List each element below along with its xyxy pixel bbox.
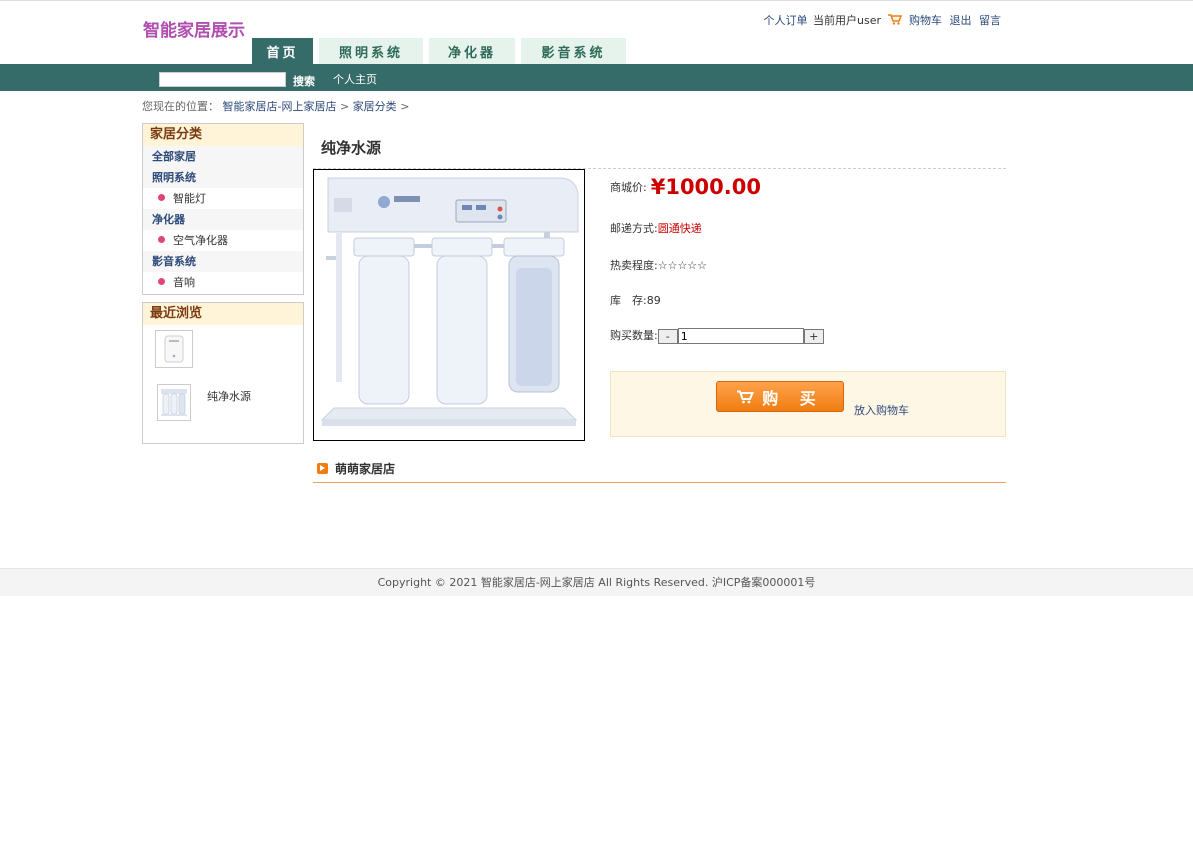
footer: Copyright © 2021 智能家居店-网上家居店 All Rights …	[0, 568, 1193, 596]
orders-link[interactable]: 个人订单	[764, 14, 808, 27]
hot-row: 热卖程度:☆☆☆☆☆	[610, 257, 707, 273]
nav-bar: 搜索 个人主页	[0, 64, 1193, 91]
subcategory-speaker[interactable]: 音响	[143, 272, 303, 293]
shipping-method: 圆通快递	[657, 222, 702, 235]
bullet-icon	[158, 278, 165, 285]
subcategory-label: 音响	[173, 276, 195, 289]
shipping-label: 邮递方式:	[610, 222, 658, 235]
bullet-icon	[158, 236, 165, 243]
recent-thumb[interactable]	[155, 330, 193, 368]
stock-row: 库 存:89	[610, 292, 661, 308]
product-image[interactable]	[313, 169, 585, 441]
quantity-input[interactable]	[677, 328, 804, 344]
quantity-row: 购买数量:- +	[610, 327, 824, 344]
logout-link[interactable]: 退出	[950, 14, 972, 27]
category-purifier[interactable]: 净化器	[143, 209, 303, 230]
category-audio-video[interactable]: 影音系统	[143, 251, 303, 272]
category-panel: 家居分类 全部家居 照明系统 智能灯 净化器 空气净化器 影音系统 音响	[142, 123, 304, 295]
search-input[interactable]	[159, 72, 286, 87]
subcategory-air-purifier[interactable]: 空气净化器	[143, 230, 303, 251]
recent-thumb[interactable]	[157, 384, 191, 421]
breadcrumb-separator: >	[400, 100, 410, 113]
product-price: ¥1000.00	[650, 175, 761, 199]
arrow-right-icon	[317, 463, 328, 474]
subcategory-label: 空气净化器	[173, 234, 228, 247]
category-title: 家居分类	[143, 124, 303, 146]
top-divider	[0, 0, 1193, 1]
subcategory-smart-light[interactable]: 智能灯	[143, 188, 303, 209]
water-purifier-image-icon	[320, 177, 579, 426]
tab-lighting[interactable]: 照明系统	[319, 38, 423, 64]
store-name[interactable]: 萌萌家居店	[335, 460, 395, 477]
store-header: 萌萌家居店	[317, 460, 395, 477]
category-all[interactable]: 全部家居	[143, 146, 303, 167]
tab-home[interactable]: 首页	[252, 38, 313, 64]
price-row: 商城价: ¥1000.00	[610, 175, 761, 199]
category-lighting[interactable]: 照明系统	[143, 167, 303, 188]
hot-stars: ☆☆☆☆☆	[657, 259, 708, 272]
cart-icon	[737, 390, 755, 403]
site-logo[interactable]: 智能家居展示	[143, 16, 245, 41]
price-label: 商城价:	[610, 181, 647, 194]
breadcrumb: 您现在的位置： 智能家居店-网上家居店 > 家居分类 >	[142, 98, 409, 114]
top-links: 个人订单 当前用户user 购物车 退出 留言	[760, 12, 1002, 28]
main-tabs: 首页 照明系统 净化器 影音系统	[252, 38, 632, 64]
add-to-cart-link[interactable]: 放入购物车	[854, 402, 909, 418]
quantity-label: 购买数量:	[610, 329, 658, 342]
water-filter-thumb-icon	[161, 389, 187, 416]
breadcrumb-store[interactable]: 智能家居店-网上家居店	[223, 100, 337, 113]
quantity-increase-button[interactable]: +	[803, 328, 824, 344]
recent-name[interactable]: 纯净水源	[207, 388, 251, 404]
buy-button-label: 购 买	[762, 388, 824, 408]
copyright-text: Copyright © 2021 智能家居店-网上家居店 All Rights …	[377, 576, 816, 589]
cart-icon	[887, 14, 902, 25]
tab-audio-video[interactable]: 影音系统	[521, 38, 626, 64]
username: user	[857, 14, 881, 27]
shipping-row: 邮递方式:圆通快递	[610, 220, 702, 236]
stock-label: 库 存:	[610, 294, 647, 307]
current-user-label: 当前用户	[813, 14, 857, 27]
buy-button[interactable]: 购 买	[716, 381, 844, 412]
message-link[interactable]: 留言	[979, 14, 1001, 27]
air-purifier-thumb-icon	[164, 335, 184, 363]
product-title: 纯净水源	[321, 139, 382, 157]
search-button[interactable]: 搜索	[293, 73, 315, 89]
subcategory-label: 智能灯	[173, 192, 206, 205]
buy-panel: 购 买 放入购物车	[610, 371, 1006, 437]
bullet-icon	[158, 194, 165, 201]
quantity-decrease-button[interactable]: -	[657, 328, 678, 344]
tab-purifier[interactable]: 净化器	[429, 38, 515, 64]
breadcrumb-category[interactable]: 家居分类	[353, 100, 397, 113]
recent-panel: 最近浏览 纯净水源	[142, 302, 304, 444]
store-divider	[313, 482, 1006, 483]
stock-value: 89	[646, 294, 661, 307]
hot-label: 热卖程度:	[610, 259, 658, 272]
personal-home-link[interactable]: 个人主页	[333, 71, 377, 87]
recent-title: 最近浏览	[143, 303, 303, 325]
cart-link[interactable]: 购物车	[909, 14, 942, 27]
breadcrumb-separator: >	[339, 100, 350, 113]
breadcrumb-prefix: 您现在的位置：	[142, 100, 219, 113]
